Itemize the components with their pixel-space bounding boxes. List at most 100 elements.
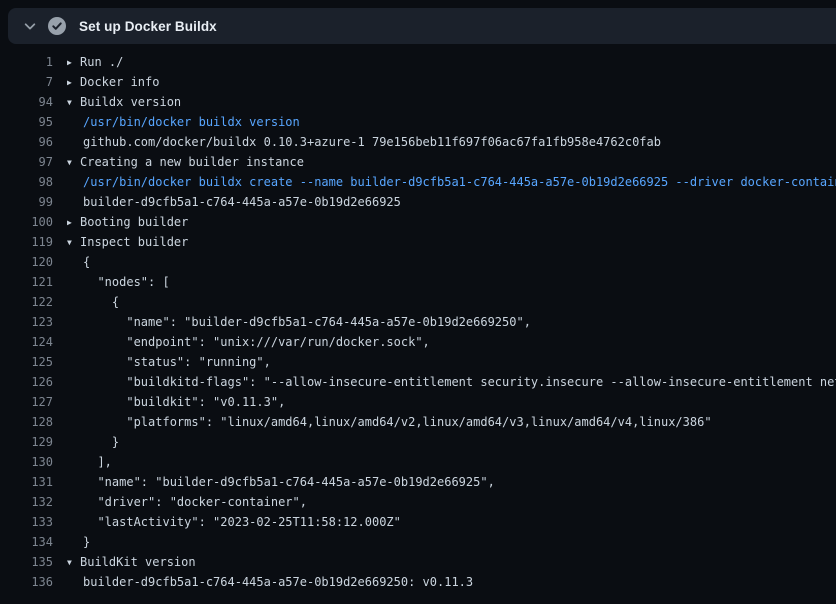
group-title: Creating a new builder instance bbox=[80, 155, 304, 169]
group-expanded-triangle-icon[interactable]: ▼ bbox=[67, 93, 80, 112]
log-row: 134} bbox=[0, 532, 836, 552]
output-text: github.com/docker/buildx 0.10.3+azure-1 … bbox=[83, 135, 661, 149]
log-group-row[interactable]: 94▼Buildx version bbox=[0, 92, 836, 112]
log-row: 126 "buildkitd-flags": "--allow-insecure… bbox=[0, 372, 836, 392]
log-row: 131 "name": "builder-d9cfb5a1-c764-445a-… bbox=[0, 472, 836, 492]
log-row: 136builder-d9cfb5a1-c764-445a-a57e-0b19d… bbox=[0, 572, 836, 592]
command-text: /usr/bin/docker buildx create --name bui… bbox=[83, 175, 836, 189]
log-row: 132 "driver": "docker-container", bbox=[0, 492, 836, 512]
line-number[interactable]: 131 bbox=[0, 472, 53, 492]
line-content: } bbox=[53, 432, 119, 452]
command-text: /usr/bin/docker buildx version bbox=[83, 115, 300, 129]
output-text: "endpoint": "unix:///var/run/docker.sock… bbox=[83, 335, 430, 349]
output-text: "name": "builder-d9cfb5a1-c764-445a-a57e… bbox=[83, 475, 495, 489]
line-number[interactable]: 126 bbox=[0, 372, 53, 392]
line-number[interactable]: 135 bbox=[0, 552, 53, 572]
line-number[interactable]: 122 bbox=[0, 292, 53, 312]
line-content: ], bbox=[53, 452, 112, 472]
output-text: "buildkitd-flags": "--allow-insecure-ent… bbox=[83, 375, 836, 389]
log-row: 133 "lastActivity": "2023-02-25T11:58:12… bbox=[0, 512, 836, 532]
line-number[interactable]: 134 bbox=[0, 532, 53, 552]
group-title: Docker info bbox=[80, 75, 159, 89]
log-group-row[interactable]: 1▶Run ./ bbox=[0, 52, 836, 72]
log-row: 123 "name": "builder-d9cfb5a1-c764-445a-… bbox=[0, 312, 836, 332]
line-content: ▶Booting builder bbox=[53, 212, 188, 232]
line-number[interactable]: 1 bbox=[0, 52, 53, 72]
output-text: builder-d9cfb5a1-c764-445a-a57e-0b19d2e6… bbox=[83, 195, 401, 209]
line-content: github.com/docker/buildx 0.10.3+azure-1 … bbox=[53, 132, 661, 152]
group-title: Inspect builder bbox=[80, 235, 188, 249]
line-number[interactable]: 99 bbox=[0, 192, 53, 212]
output-text: { bbox=[83, 255, 90, 269]
line-content: ▶Docker info bbox=[53, 72, 159, 92]
log-row: 122 { bbox=[0, 292, 836, 312]
line-content: "name": "builder-d9cfb5a1-c764-445a-a57e… bbox=[53, 472, 495, 492]
line-number[interactable]: 125 bbox=[0, 352, 53, 372]
group-title: BuildKit version bbox=[80, 555, 196, 569]
output-text: "name": "builder-d9cfb5a1-c764-445a-a57e… bbox=[83, 315, 531, 329]
step-header[interactable]: Set up Docker Buildx bbox=[8, 8, 836, 44]
log-row: 95/usr/bin/docker buildx version bbox=[0, 112, 836, 132]
line-number[interactable]: 129 bbox=[0, 432, 53, 452]
line-number[interactable]: 7 bbox=[0, 72, 53, 92]
output-text: } bbox=[83, 535, 90, 549]
line-number[interactable]: 98 bbox=[0, 172, 53, 192]
log-row: 129 } bbox=[0, 432, 836, 452]
line-number[interactable]: 120 bbox=[0, 252, 53, 272]
group-expanded-triangle-icon[interactable]: ▼ bbox=[67, 553, 80, 572]
log-group-row[interactable]: 119 ▼Inspect builder bbox=[0, 232, 836, 252]
line-number[interactable]: 136 bbox=[0, 572, 53, 592]
log-row: 124 "endpoint": "unix:///var/run/docker.… bbox=[0, 332, 836, 352]
output-text: "nodes": [ bbox=[83, 275, 170, 289]
line-number[interactable]: 124 bbox=[0, 332, 53, 352]
line-content: "platforms": "linux/amd64,linux/amd64/v2… bbox=[53, 412, 712, 432]
line-content: { bbox=[53, 292, 119, 312]
group-collapsed-triangle-icon[interactable]: ▶ bbox=[67, 53, 80, 72]
line-content: "status": "running", bbox=[53, 352, 271, 372]
chevron-down-icon[interactable] bbox=[18, 19, 42, 33]
log-row: 120 { bbox=[0, 252, 836, 272]
line-number[interactable]: 123 bbox=[0, 312, 53, 332]
group-collapsed-triangle-icon[interactable]: ▶ bbox=[67, 73, 80, 92]
line-number[interactable]: 127 bbox=[0, 392, 53, 412]
line-content: ▼BuildKit version bbox=[53, 552, 196, 572]
log-row: 127 "buildkit": "v0.11.3", bbox=[0, 392, 836, 412]
line-content: ▼Buildx version bbox=[53, 92, 181, 112]
line-content: ▶Run ./ bbox=[53, 52, 123, 72]
group-title: Booting builder bbox=[80, 215, 188, 229]
line-number[interactable]: 133 bbox=[0, 512, 53, 532]
output-text: { bbox=[83, 295, 119, 309]
line-number[interactable]: 97 bbox=[0, 152, 53, 172]
line-number[interactable]: 128 bbox=[0, 412, 53, 432]
log-row: 130 ], bbox=[0, 452, 836, 472]
output-text: ], bbox=[83, 455, 112, 469]
line-number[interactable]: 130 bbox=[0, 452, 53, 472]
log-lines-container: 1▶Run ./7▶Docker info94▼Buildx version95… bbox=[0, 52, 836, 592]
log-group-row[interactable]: 135▼BuildKit version bbox=[0, 552, 836, 572]
line-number[interactable]: 94 bbox=[0, 92, 53, 112]
group-expanded-triangle-icon[interactable]: ▼ bbox=[67, 233, 80, 252]
line-number[interactable]: 132 bbox=[0, 492, 53, 512]
log-row: 99 builder-d9cfb5a1-c764-445a-a57e-0b19d2… bbox=[0, 192, 836, 212]
group-title: Run ./ bbox=[80, 55, 123, 69]
group-expanded-triangle-icon[interactable]: ▼ bbox=[67, 153, 80, 172]
output-text: "status": "running", bbox=[83, 355, 271, 369]
line-number[interactable]: 119 bbox=[0, 232, 53, 252]
log-row: 121 "nodes": [ bbox=[0, 272, 836, 292]
output-text: "buildkit": "v0.11.3", bbox=[83, 395, 285, 409]
line-number[interactable]: 100 bbox=[0, 212, 53, 232]
output-text: "lastActivity": "2023-02-25T11:58:12.000… bbox=[83, 515, 401, 529]
line-content: { bbox=[53, 252, 90, 272]
line-number[interactable]: 95 bbox=[0, 112, 53, 132]
group-title: Buildx version bbox=[80, 95, 181, 109]
line-content: "endpoint": "unix:///var/run/docker.sock… bbox=[53, 332, 430, 352]
log-group-row[interactable]: 7▶Docker info bbox=[0, 72, 836, 92]
line-number[interactable]: 96 bbox=[0, 132, 53, 152]
log-group-row[interactable]: 100▶Booting builder bbox=[0, 212, 836, 232]
output-text: "platforms": "linux/amd64,linux/amd64/v2… bbox=[83, 415, 712, 429]
group-collapsed-triangle-icon[interactable]: ▶ bbox=[67, 213, 80, 232]
log-row: 98/usr/bin/docker buildx create --name b… bbox=[0, 172, 836, 192]
line-number[interactable]: 121 bbox=[0, 272, 53, 292]
log-group-row[interactable]: 97 ▼Creating a new builder instance bbox=[0, 152, 836, 172]
line-content: "lastActivity": "2023-02-25T11:58:12.000… bbox=[53, 512, 401, 532]
